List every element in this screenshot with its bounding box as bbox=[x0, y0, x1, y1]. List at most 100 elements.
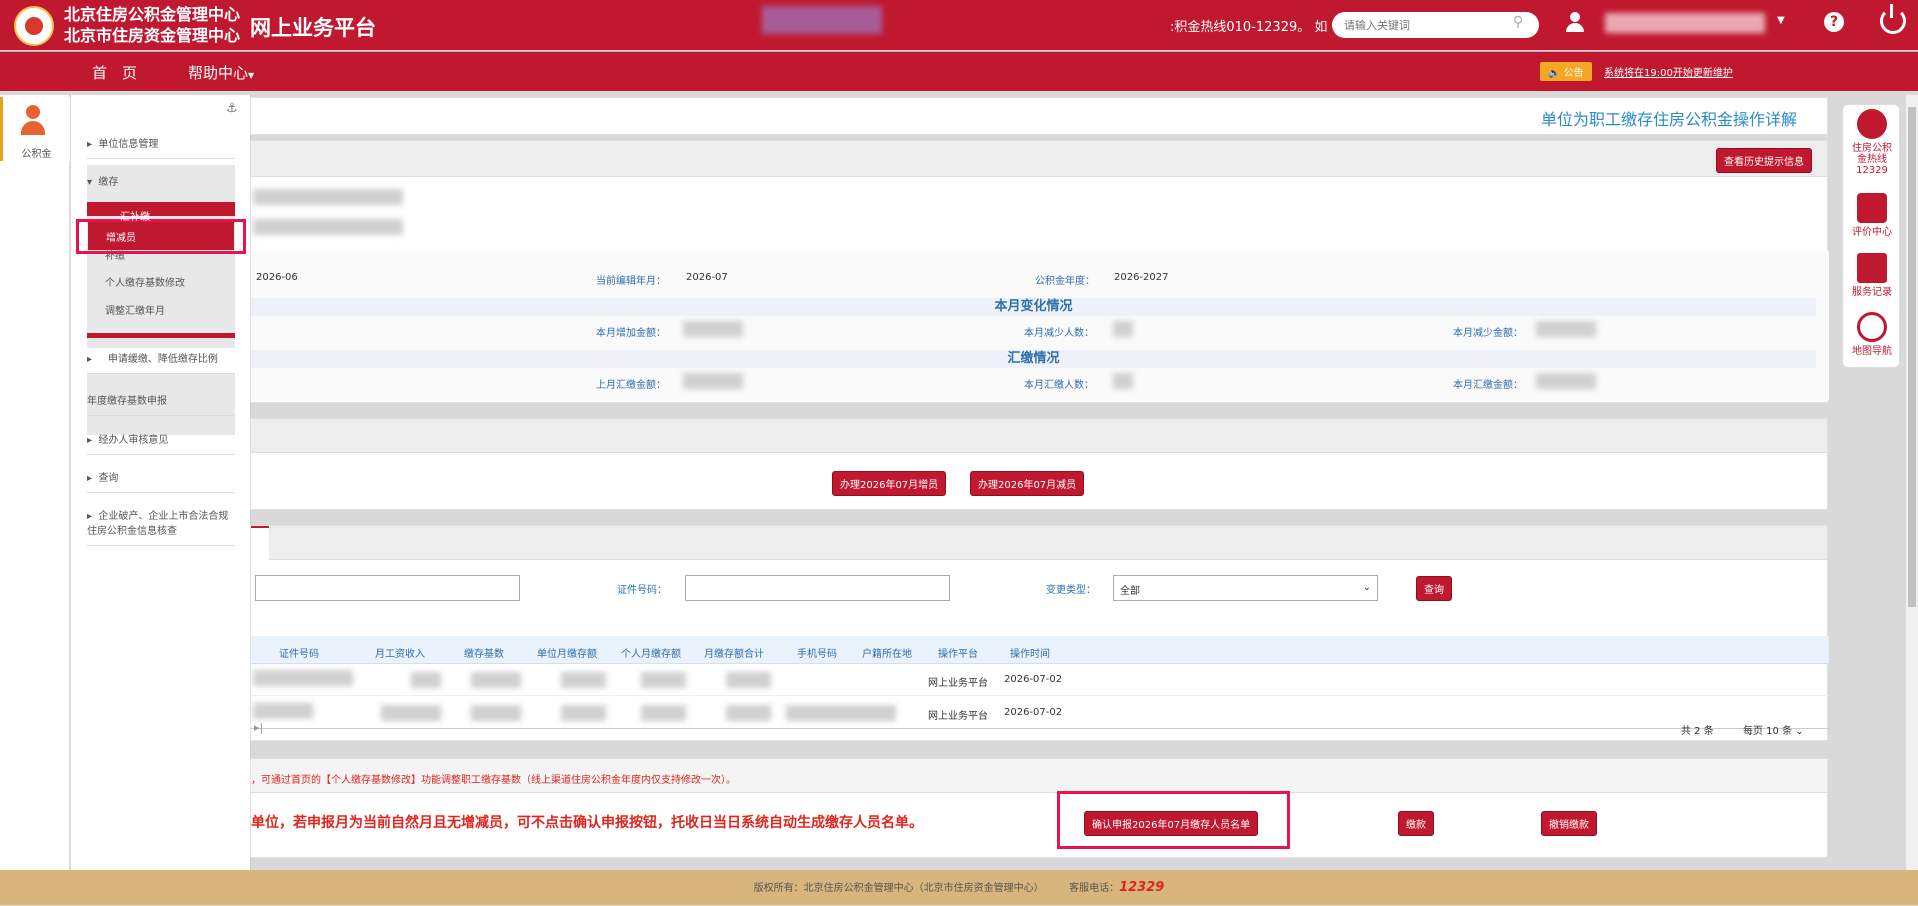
redacted-value bbox=[641, 672, 686, 688]
edit-month-label: 当前编辑年月： bbox=[596, 276, 666, 287]
redacted-value bbox=[726, 705, 771, 721]
list-panel: 证件号码： 变更类型： 全部 ⌄ 查询 证件号码 月工资收入 缴存基数 单位月缴存… bbox=[250, 525, 1829, 741]
phone-icon bbox=[1857, 109, 1887, 139]
count-label: 本月汇缴人数： bbox=[1024, 380, 1094, 391]
col-hukou: 户籍所在地 bbox=[862, 649, 912, 660]
user-icon[interactable] bbox=[1566, 12, 1584, 32]
footer: 版权所有：北京住房公积金管理中心（北京市住房资金管理中心） 客服电话：12329 bbox=[0, 870, 1918, 905]
action-panel-header bbox=[251, 419, 1827, 453]
sidebar-item-query[interactable]: ▸ 查询 bbox=[87, 469, 235, 493]
search-input[interactable] bbox=[1332, 12, 1539, 38]
records-link[interactable]: 服务记录 bbox=[1843, 253, 1901, 298]
org-name: 北京住房公积金管理中心 北京市住房资金管理中心 bbox=[64, 5, 241, 45]
change-type-select[interactable]: 全部 ⌄ bbox=[1113, 575, 1378, 601]
platform-title: 网上业务平台 bbox=[250, 15, 376, 40]
redacted-value bbox=[1113, 321, 1133, 337]
id-label: 证件号码： bbox=[617, 585, 667, 596]
user-name-redacted[interactable] bbox=[1605, 13, 1765, 33]
redacted-block bbox=[762, 6, 882, 34]
sidebar-item-adjust-month[interactable]: 调整汇缴年月 bbox=[105, 302, 165, 317]
search-icon[interactable]: ⚲ bbox=[1513, 14, 1523, 30]
sidebar-item-annual-base[interactable]: 年度缴存基数申报 bbox=[87, 392, 235, 416]
col-id: 证件号码 bbox=[279, 649, 319, 660]
id-input[interactable] bbox=[685, 575, 950, 601]
history-button[interactable]: 查看历史提示信息 bbox=[1716, 148, 1812, 173]
query-button[interactable]: 查询 bbox=[1416, 576, 1452, 601]
col-salary: 月工资收入 bbox=[375, 649, 425, 660]
sidebar-item-zengjianyuan[interactable]: 增减员 bbox=[88, 222, 234, 250]
last-amount-label: 上月汇缴金额： bbox=[596, 380, 666, 391]
sidebar-item-huibujiao[interactable] bbox=[87, 202, 235, 216]
action-panel: 办理2026年07月增员 办理2026年07月减员 bbox=[250, 418, 1828, 510]
sidebar-item-defer[interactable]: ▸ 申请缓缴、降低缴存比例 bbox=[87, 348, 235, 374]
redacted-value bbox=[471, 705, 521, 721]
tab-active[interactable] bbox=[251, 526, 269, 560]
help-icon[interactable]: ? bbox=[1824, 12, 1844, 32]
add-staff-button[interactable]: 办理2026年07月增员 bbox=[832, 471, 947, 496]
table-header: 证件号码 月工资收入 缴存基数 单位月缴存额 个人月缴存额 月缴存额合计 手机号… bbox=[251, 636, 1829, 664]
power-icon[interactable] bbox=[1880, 4, 1906, 34]
notice-link[interactable]: 系统将在19:00开始更新维护 bbox=[1604, 64, 1733, 79]
col-unit-amount: 单位月缴存额 bbox=[537, 649, 597, 660]
pay-button[interactable]: 缴款 bbox=[1398, 811, 1434, 836]
evaluate-link[interactable]: 评价中心 bbox=[1843, 193, 1901, 238]
col-personal-amount: 个人月缴存额 bbox=[621, 649, 681, 660]
nav-home[interactable]: 首 页 bbox=[92, 62, 137, 83]
submenu-bottom-bar bbox=[87, 333, 235, 338]
pay-month-value: 2026-06 bbox=[256, 272, 298, 283]
table-row[interactable]: 网上业务平台 2026-07-02 bbox=[251, 664, 1829, 696]
sidebar-item-unit-info[interactable]: ▸ 单位信息管理 bbox=[87, 135, 235, 159]
per-page-select[interactable]: 每页 10 条 ⌄ bbox=[1743, 722, 1804, 737]
fund-year-label: 公积金年度： bbox=[1035, 276, 1095, 287]
col-base: 缴存基数 bbox=[464, 649, 504, 660]
scrollbar-thumb[interactable] bbox=[1908, 107, 1916, 607]
sidebar-item-deposit[interactable]: ▾ 缴存 bbox=[87, 173, 235, 196]
redacted-value bbox=[641, 705, 686, 721]
redacted-value bbox=[683, 373, 743, 389]
right-toolbar: 住房公积金热线12329 评价中心 服务记录 地图导航 bbox=[1842, 104, 1900, 368]
service-phone: 12329 bbox=[1119, 880, 1165, 895]
document-icon bbox=[1857, 253, 1887, 283]
redacted-value bbox=[561, 672, 606, 688]
module-gjj[interactable]: 公积金 bbox=[0, 97, 70, 161]
hotline-link[interactable]: 住房公积金热线12329 bbox=[1843, 109, 1901, 176]
redacted-value bbox=[683, 321, 743, 337]
amount-label: 本月汇缴金额： bbox=[1453, 380, 1523, 391]
nav-help[interactable]: 帮助中心▼ bbox=[188, 62, 254, 83]
last-page-icon[interactable]: ▸| bbox=[254, 721, 263, 734]
table-row[interactable]: 网上业务平台 2026-07-02 bbox=[251, 697, 1829, 729]
clock-icon bbox=[1857, 312, 1887, 342]
evaluate-icon bbox=[1857, 193, 1887, 223]
cancel-pay-button[interactable]: 撤销缴款 bbox=[1541, 811, 1597, 836]
col-total: 月缴存额合计 bbox=[704, 649, 764, 660]
redacted-value bbox=[1536, 373, 1596, 389]
name-input[interactable] bbox=[255, 575, 520, 601]
reduce-staff-button[interactable]: 办理2026年07月减员 bbox=[970, 471, 1085, 496]
pager-total: 共 2 条 bbox=[1681, 726, 1714, 737]
section-summary: 汇缴情况 bbox=[251, 350, 1816, 368]
sidebar-item-base-modify[interactable]: 个人缴存基数修改 bbox=[105, 274, 185, 289]
sidebar-item-bankruptcy[interactable]: ▸ 企业破产、企业上市合法合规住房公积金信息核查 bbox=[87, 507, 235, 546]
redacted-value bbox=[471, 672, 521, 688]
page-title: 单位为职工缴存住房公积金操作详解 bbox=[1540, 110, 1797, 129]
redacted-value bbox=[726, 672, 771, 688]
info-panel: 查看历史提示信息 2026-06 当前编辑年月： 2026-07 公积金年度： … bbox=[250, 140, 1829, 403]
col-phone: 手机号码 bbox=[797, 649, 837, 660]
reduce-amount-label: 本月减少金额： bbox=[1453, 328, 1523, 339]
chevron-down-icon[interactable]: ▼ bbox=[1777, 15, 1785, 26]
person-icon bbox=[21, 105, 55, 139]
map-link[interactable]: 地图导航 bbox=[1843, 312, 1901, 357]
redacted-unit-name bbox=[253, 189, 403, 205]
notice-badge: 🔈 公告 bbox=[1540, 62, 1592, 81]
anchor-icon[interactable]: ⚓ bbox=[226, 101, 238, 116]
col-time: 操作时间 bbox=[1010, 649, 1050, 660]
edit-month-value: 2026-07 bbox=[686, 272, 728, 283]
chevron-down-icon: ⌄ bbox=[1362, 582, 1371, 593]
chevron-down-icon: ▼ bbox=[248, 71, 255, 80]
info-panel-header bbox=[251, 141, 1827, 177]
scrollbar[interactable] bbox=[1906, 95, 1918, 870]
warning-text: 单位，若申报月为当前自然月且无增减员，可不点击确认申报按钮，托收日当日系统自动生… bbox=[251, 815, 923, 831]
add-amount-label: 本月增加金额： bbox=[596, 328, 666, 339]
redacted-unit-id bbox=[253, 219, 403, 235]
sidebar-item-review[interactable]: ▸ 经办人审核意见 bbox=[87, 431, 235, 455]
